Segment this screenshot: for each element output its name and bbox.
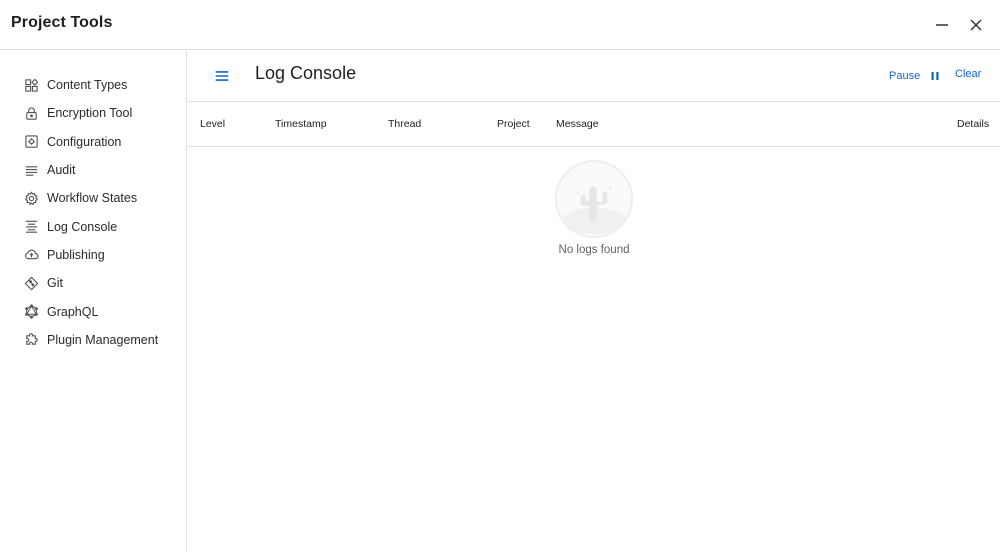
sidebar-item-label: Configuration <box>47 134 122 149</box>
sidebar-item-encryption-tool[interactable]: Encryption Tool <box>0 99 186 127</box>
sidebar-item-label: Encryption Tool <box>47 106 133 121</box>
log-console-icon <box>23 219 39 235</box>
gear-icon <box>23 190 39 206</box>
hamburger-menu-icon <box>215 71 229 81</box>
table-header: Level Timestamp Thread Project Message D… <box>188 102 1000 147</box>
clear-button[interactable]: Clear <box>955 68 981 80</box>
sidebar-item-plugin-management[interactable]: Plugin Management <box>0 326 186 354</box>
sidebar-item-label: Workflow States <box>47 191 138 206</box>
sidebar-item-audit[interactable]: Audit <box>0 156 186 184</box>
sidebar-item-label: Git <box>47 276 63 291</box>
sidebar-item-git[interactable]: Git <box>0 269 186 297</box>
configuration-icon <box>23 134 39 150</box>
sidebar-item-graphql[interactable]: GraphQL <box>0 297 186 325</box>
empty-state-cactus-icon <box>555 160 633 238</box>
puzzle-icon <box>23 332 39 348</box>
sidebar-item-label: Audit <box>47 163 76 178</box>
sidebar-item-label: Plugin Management <box>47 332 159 347</box>
column-header-timestamp[interactable]: Timestamp <box>275 118 327 130</box>
sidebar-item-label: Publishing <box>47 247 105 262</box>
empty-state: No logs found <box>555 160 633 256</box>
sidebar-item-label: GraphQL <box>47 304 99 319</box>
empty-state-message: No logs found <box>558 244 630 256</box>
sidebar-item-configuration[interactable]: Configuration <box>0 128 186 156</box>
main-header: Log Console Pause Clear <box>188 51 1000 102</box>
sidebar-item-label: Content Types <box>47 78 128 93</box>
sidebar-item-log-console[interactable]: Log Console <box>0 212 186 240</box>
pause-button[interactable]: Pause <box>889 68 940 84</box>
column-header-project[interactable]: Project <box>497 118 530 130</box>
sidebar-item-workflow-states[interactable]: Workflow States <box>0 184 186 212</box>
column-header-details[interactable]: Details <box>957 118 989 130</box>
lock-icon <box>23 105 39 121</box>
minimize-icon <box>936 24 948 26</box>
menu-button[interactable] <box>212 66 232 86</box>
minimize-button[interactable] <box>930 13 954 37</box>
column-header-message[interactable]: Message <box>556 118 599 130</box>
cloud-upload-icon <box>23 247 39 263</box>
column-header-level[interactable]: Level <box>200 118 225 130</box>
audit-icon <box>23 162 39 178</box>
title-bar: Project Tools <box>0 0 1000 50</box>
main-panel: Log Console Pause Clear Level Timestamp … <box>188 51 1000 552</box>
sidebar-item-content-types[interactable]: Content Types <box>0 71 186 99</box>
app-title: Project Tools <box>11 14 113 31</box>
column-header-thread[interactable]: Thread <box>388 118 421 130</box>
git-icon <box>23 275 39 291</box>
sidebar-item-label: Log Console <box>47 219 118 234</box>
sidebar-item-publishing[interactable]: Publishing <box>0 241 186 269</box>
close-icon <box>970 19 982 31</box>
sidebar: Content Types Encryption Tool Configurat… <box>0 51 187 552</box>
close-button[interactable] <box>964 13 988 37</box>
graphql-icon <box>23 304 39 320</box>
page-title: Log Console <box>255 63 357 83</box>
pause-icon <box>930 71 940 81</box>
content-types-icon <box>23 77 39 93</box>
pause-label: Pause <box>889 70 921 82</box>
